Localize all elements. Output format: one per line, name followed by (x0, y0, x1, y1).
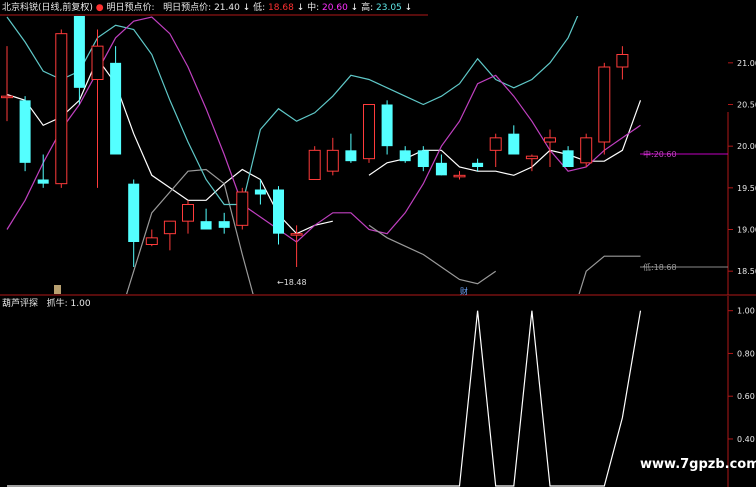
sub-param-value: 1.00 (70, 299, 91, 309)
watermark: www.7gpzb.com (640, 457, 756, 472)
candle-body-down (399, 150, 411, 162)
candle-body-up (326, 149, 339, 172)
mid-label: 中: (307, 3, 320, 13)
indicator1-label[interactable]: 明日预点价: (107, 3, 155, 13)
candle-body-up (145, 237, 158, 245)
event-tag: 财 (460, 286, 468, 296)
sub-header: 葫芦评探 抓牛: 1.00 (2, 297, 91, 311)
main-tick-label: 19.00 (737, 226, 756, 235)
down-arrow-icon: ↓ (404, 3, 413, 13)
sub-tick-label: 0.40 (737, 435, 755, 444)
candle-body-up (182, 204, 194, 222)
candle-body-down (417, 150, 429, 167)
candle-body-down (508, 133, 520, 155)
candle (580, 133, 593, 167)
candle (598, 62, 611, 155)
indicator2-value: 21.40 (214, 3, 240, 13)
candle (19, 96, 31, 172)
down-arrow-icon: ↓ (350, 3, 359, 13)
main-header: 北京科锐(日线,前复权) ● 明日预点价: 明日预点价: 21.40 ↓ 低: … (2, 1, 412, 15)
mid-value: 20.60 (322, 3, 348, 13)
event-tag-marker (54, 285, 61, 294)
candle-body-down (345, 150, 357, 162)
candle-body-up (363, 104, 375, 160)
candle-body-up (544, 137, 556, 143)
candle-body-up (236, 191, 249, 226)
chart-canvas: 21.00 20.50 20.00 19.50 19.00 18.50 1.00 0.80 0… (0, 0, 756, 487)
low-value: 18.68 (268, 3, 294, 13)
min-price-marker: ←18.48 (277, 278, 307, 287)
candle-body-up (308, 149, 321, 180)
low-label: 低: (253, 3, 266, 13)
candle-body-up (453, 174, 466, 178)
candle (55, 29, 68, 188)
candle-body-down (472, 162, 484, 167)
candle-body-down (435, 162, 447, 176)
candle-body-down (200, 221, 212, 230)
candle-body-down (381, 104, 393, 147)
main-tick-label: 20.00 (737, 142, 756, 151)
main-tick-label: 18.50 (737, 267, 756, 276)
candle-body-down (37, 179, 49, 184)
sub-tick-label: 1.00 (737, 307, 755, 316)
candle (363, 104, 375, 163)
candle-body-up (163, 220, 176, 235)
candle-body-up (525, 155, 538, 160)
sub-tick-label: 0.80 (737, 349, 755, 358)
candle-body-down (254, 189, 266, 195)
mid-price-label: 中:20.60 (643, 149, 677, 159)
candle-body-down (110, 62, 122, 155)
sub-param-label: 抓牛: (46, 299, 68, 309)
main-tick-label: 21.00 (737, 59, 756, 68)
indicator1-dot: ● (95, 3, 104, 13)
main-tick-label: 20.50 (737, 101, 756, 110)
candle-body-down (218, 221, 230, 228)
sub-indicator-name[interactable]: 葫芦评探 (2, 299, 38, 309)
candle-body-up (55, 33, 68, 185)
main-tick-label: 19.50 (737, 184, 756, 193)
candle (308, 146, 321, 180)
high-value: 23.05 (376, 3, 402, 13)
candle-body-up (290, 233, 303, 236)
candle-body-up (489, 137, 502, 151)
candle-body-up (598, 66, 611, 143)
candle-body-down (73, 16, 85, 88)
down-arrow-icon: ↓ (296, 3, 305, 13)
overlay-window (428, 0, 756, 112)
low-price-label: 低:18.68 (643, 262, 677, 272)
candle-body-up (616, 54, 629, 68)
candle (236, 187, 249, 230)
candle-body-down (562, 150, 574, 167)
high-label: 高: (361, 3, 374, 13)
candle-body-down (19, 100, 31, 163)
stock-name[interactable]: 北京科锐(日线,前复权) (2, 3, 93, 13)
candle-body-up (91, 45, 104, 80)
sub-tick-label: 0.60 (737, 392, 755, 401)
indicator2-label[interactable]: 明日预点价: (163, 3, 211, 13)
candle-body-down (273, 189, 284, 234)
down-arrow-icon: ↓ (242, 3, 251, 13)
candle-body-down (128, 183, 140, 242)
candle-body-up (1, 95, 13, 99)
candle-body-up (580, 137, 593, 164)
